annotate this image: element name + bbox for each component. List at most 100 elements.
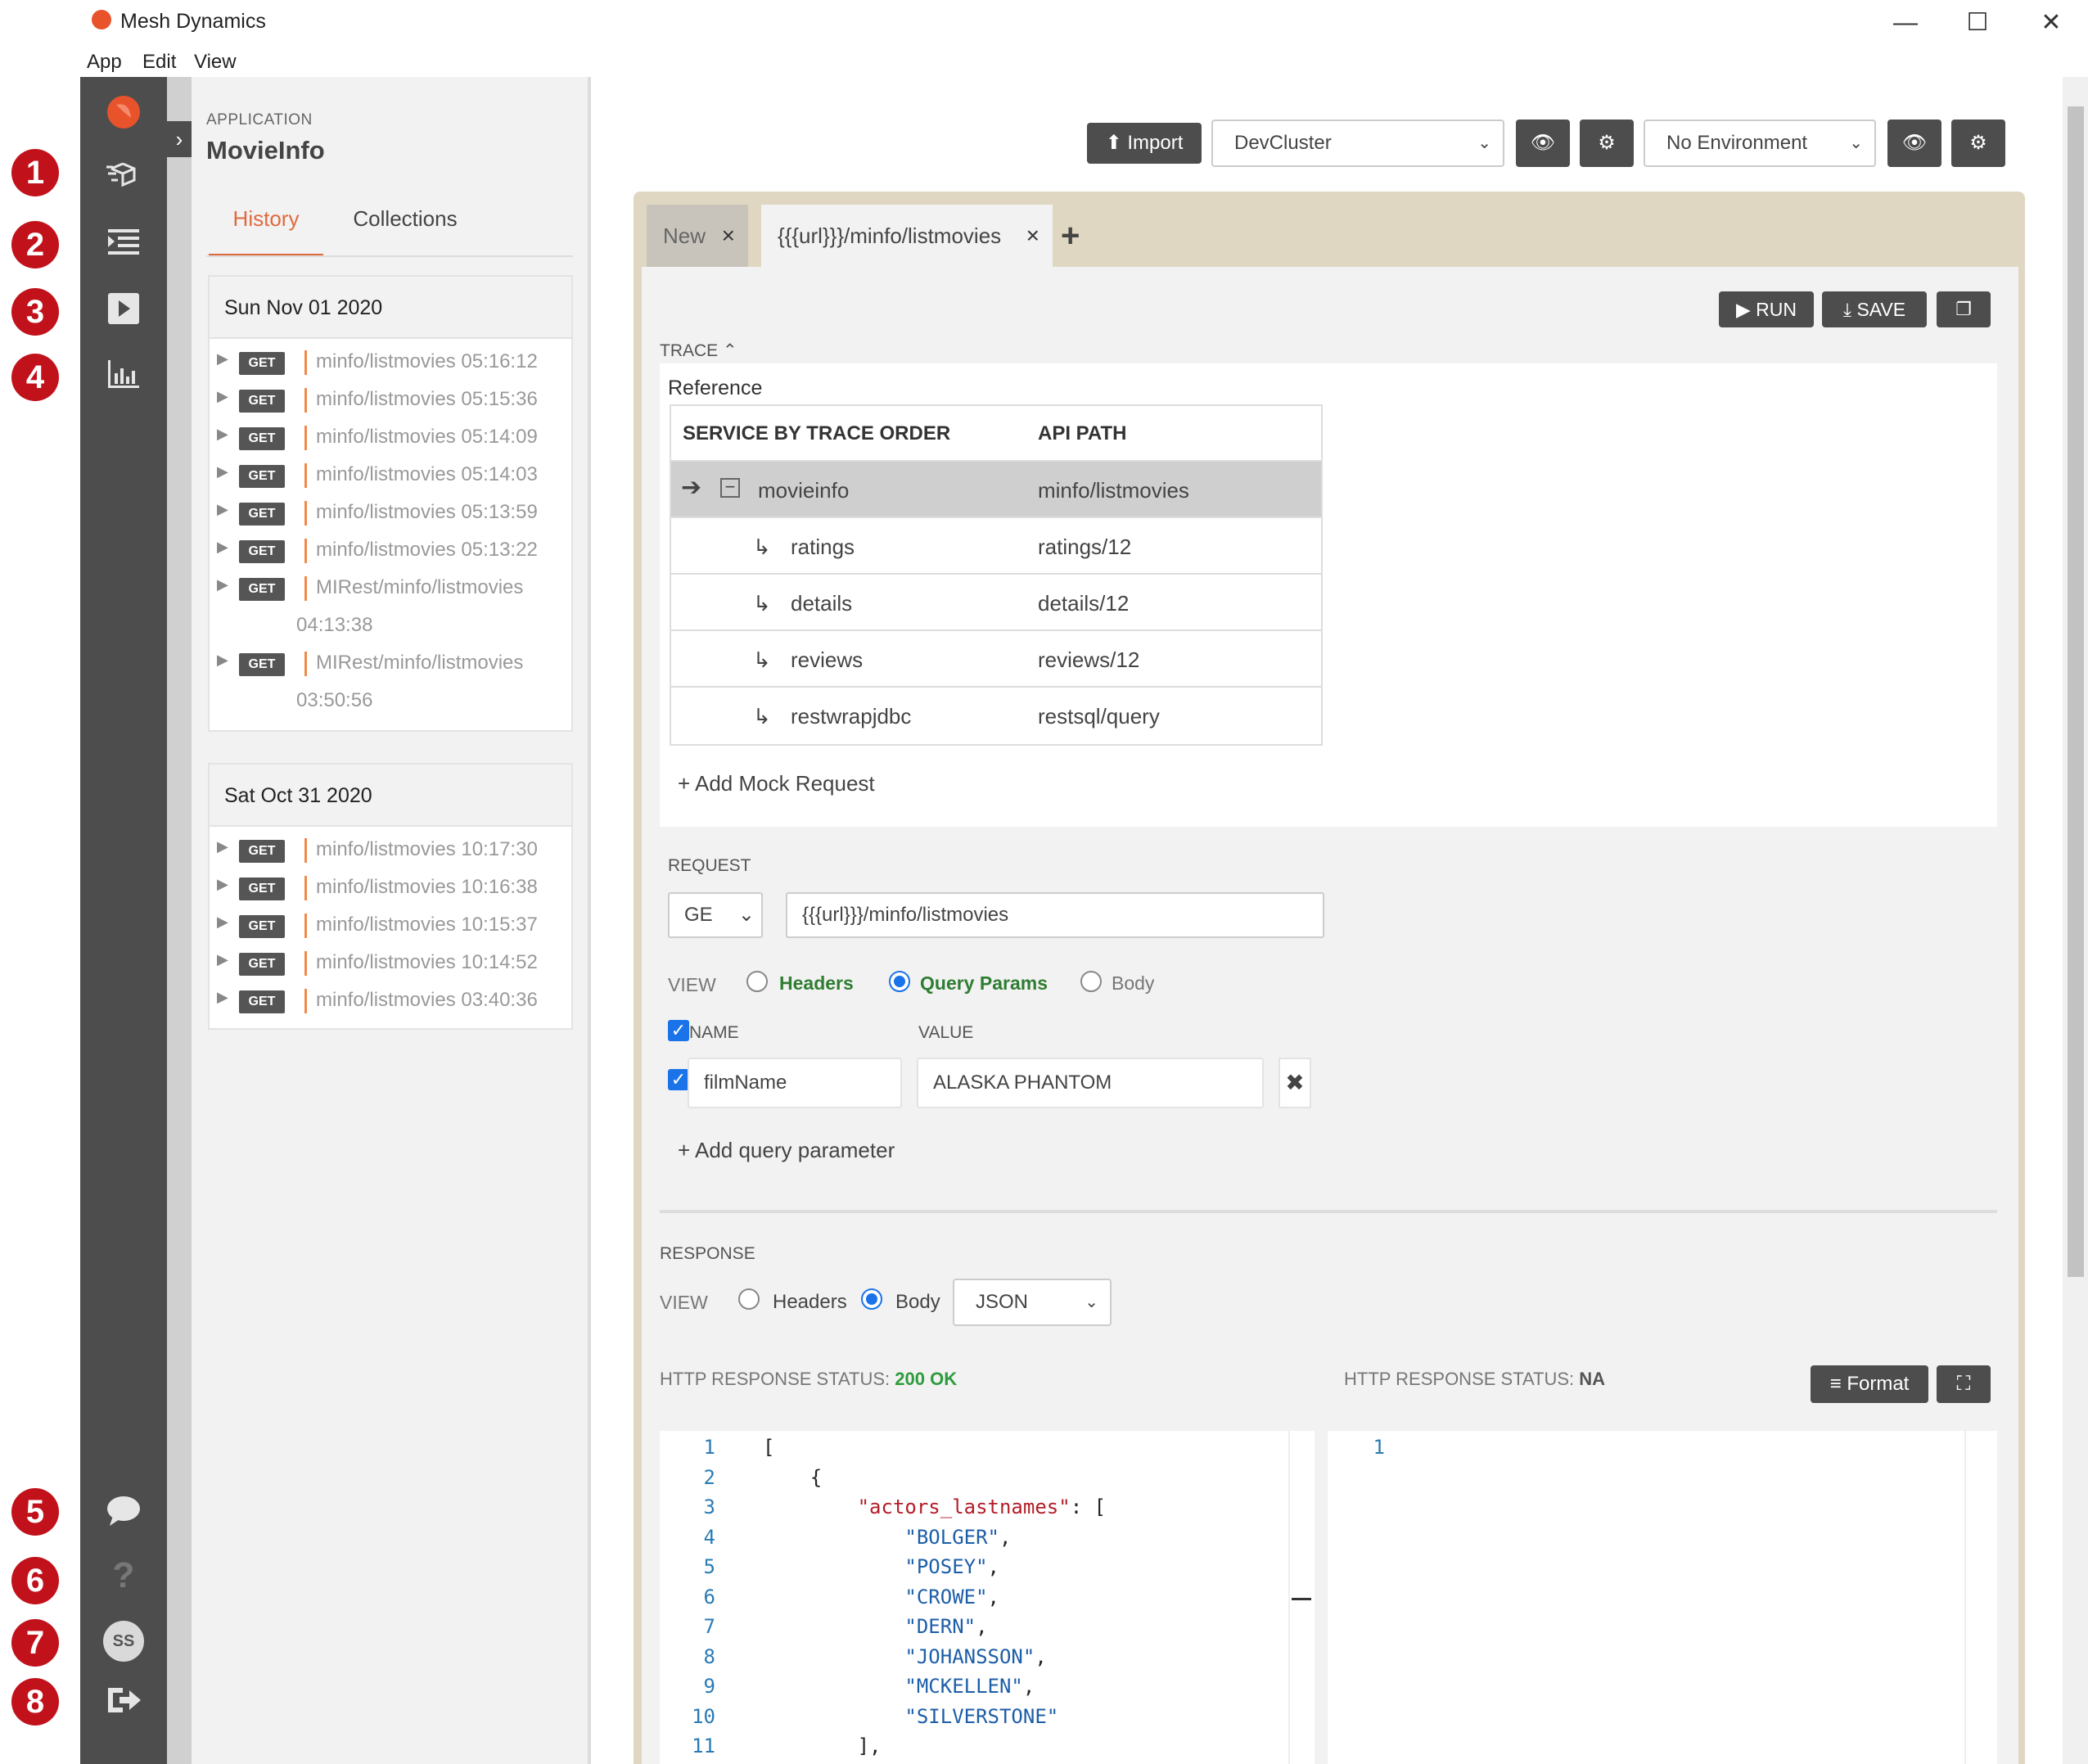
radio-response-headers[interactable] xyxy=(738,1288,760,1310)
history-item[interactable]: ▶ GET minfo/listmovies 05:13:59 xyxy=(210,498,575,530)
history-item[interactable]: ▶ GET minfo/listmovies 05:16:12 xyxy=(210,347,575,380)
expand-panel-button[interactable]: › xyxy=(167,121,192,157)
expand-triangle-icon[interactable]: ▶ xyxy=(217,539,228,556)
expand-triangle-icon[interactable]: ▶ xyxy=(217,501,228,518)
view-environment-button[interactable]: 👁 xyxy=(1887,120,1941,167)
history-item[interactable]: ▶ GET minfo/listmovies 05:14:09 xyxy=(210,422,575,455)
avatar[interactable]: SS xyxy=(103,1621,144,1662)
history-item[interactable]: ▶ GET MIRest/minfo/listmovies xyxy=(210,573,575,606)
maximize-button[interactable]: ☐ xyxy=(1961,7,1994,39)
method-badge: GET xyxy=(239,390,285,413)
collapse-icon[interactable]: − xyxy=(720,478,740,498)
cluster-settings-button[interactable]: ⚙ xyxy=(1580,120,1634,167)
add-tab-button[interactable]: + xyxy=(1061,218,1080,255)
line-number: 2 xyxy=(703,1465,715,1489)
child-arrow-icon: ↳ xyxy=(753,535,771,559)
chart-icon[interactable] xyxy=(105,355,142,393)
title-bar: Mesh Dynamics — ☐ ✕ xyxy=(0,0,2088,46)
tab-collections[interactable]: Collections xyxy=(344,206,467,232)
expand-triangle-icon[interactable]: ▶ xyxy=(217,652,228,669)
minimize-button[interactable]: — xyxy=(1889,7,1922,39)
radio-request-body[interactable] xyxy=(1080,971,1102,992)
copy-button[interactable]: ❐ xyxy=(1937,291,1991,327)
history-item[interactable]: ▶ GET minfo/listmovies 10:16:38 xyxy=(210,873,575,905)
close-icon[interactable]: × xyxy=(722,205,735,267)
history-item[interactable]: ▶ GET minfo/listmovies 05:14:03 xyxy=(210,460,575,493)
sidebar-strip xyxy=(167,77,192,1764)
status-bar xyxy=(304,501,307,526)
history-item-path: minfo/listmovies 05:14:03 xyxy=(316,463,538,485)
cluster-select[interactable]: DevCluster ⌄ xyxy=(1211,120,1504,167)
select-all-checkbox[interactable]: ✓ xyxy=(668,1020,689,1041)
method-select[interactable]: GE ⌄ xyxy=(668,892,763,938)
import-icon: ⬆ xyxy=(1105,132,1122,154)
view-cluster-button[interactable]: 👁 xyxy=(1516,120,1570,167)
tab-request[interactable]: {{{url}}}/minfo/listmovies × xyxy=(761,205,1053,267)
services-icon[interactable] xyxy=(105,154,142,192)
format-button[interactable]: ≡ Format xyxy=(1811,1365,1928,1403)
run-button[interactable]: ▶ RUN xyxy=(1719,291,1814,327)
param-checkbox[interactable]: ✓ xyxy=(668,1069,689,1090)
history-day-card: Sun Nov 01 2020 ▶ GET minfo/listmovies 05:… xyxy=(208,275,573,732)
history-item[interactable]: ▶ GET minfo/listmovies 10:15:37 xyxy=(210,910,575,943)
history-item[interactable]: ▶ GET minfo/listmovies 05:15:36 xyxy=(210,385,575,417)
expand-triangle-icon[interactable]: ▶ xyxy=(217,838,228,855)
expand-triangle-icon[interactable]: ▶ xyxy=(217,426,228,443)
trace-row[interactable]: ↳ reviews reviews/12 xyxy=(671,631,1321,688)
page-scrollbar-thumb[interactable] xyxy=(2068,106,2084,1277)
expand-triangle-icon[interactable]: ▶ xyxy=(217,876,228,893)
method-badge: GET xyxy=(239,840,285,863)
trace-row[interactable]: ↳ details details/12 xyxy=(671,575,1321,631)
add-query-param-button[interactable]: + Add query parameter xyxy=(678,1138,895,1163)
expand-triangle-icon[interactable]: ▶ xyxy=(217,350,228,368)
line-number: 1 xyxy=(703,1436,715,1459)
chat-icon[interactable] xyxy=(105,1491,142,1529)
chevron-down-icon: ⌄ xyxy=(737,904,755,926)
radio-request-headers[interactable] xyxy=(746,971,768,992)
menu-app[interactable]: App xyxy=(87,51,122,74)
menu-edit[interactable]: Edit xyxy=(142,51,176,74)
expand-triangle-icon[interactable]: ▶ xyxy=(217,914,228,931)
list-icon[interactable] xyxy=(105,224,142,262)
expand-triangle-icon[interactable]: ▶ xyxy=(217,951,228,968)
remove-param-button[interactable]: ✖ xyxy=(1279,1058,1311,1108)
environment-settings-button[interactable]: ⚙ xyxy=(1951,120,2005,167)
trace-row[interactable]: ➔ − movieinfo minfo/listmovies xyxy=(671,462,1321,518)
logo-icon[interactable] xyxy=(105,93,142,131)
trace-label[interactable]: TRACE ⌃ xyxy=(660,341,737,361)
add-mock-request-button[interactable]: + Add Mock Request xyxy=(678,771,875,796)
close-icon[interactable]: × xyxy=(1026,205,1039,267)
tab-new[interactable]: New × xyxy=(647,205,748,267)
response-code-right[interactable]: 1 xyxy=(1328,1431,1997,1764)
fullscreen-button[interactable]: ⛶ xyxy=(1937,1365,1991,1403)
tab-history[interactable]: History xyxy=(209,206,323,257)
expand-triangle-icon[interactable]: ▶ xyxy=(217,388,228,405)
line-number: 11 xyxy=(692,1735,715,1757)
radio-response-body[interactable] xyxy=(861,1288,882,1310)
import-button[interactable]: ⬆ Import xyxy=(1087,123,1202,164)
help-icon[interactable]: ? xyxy=(105,1557,142,1595)
history-item[interactable]: ▶ GET minfo/listmovies 03:40:36 xyxy=(210,986,575,1018)
history-item-path: minfo/listmovies 05:13:22 xyxy=(316,539,538,561)
trace-row[interactable]: ↳ ratings ratings/12 xyxy=(671,518,1321,575)
history-item[interactable]: ▶ GET minfo/listmovies 10:17:30 xyxy=(210,835,575,868)
save-button[interactable]: ⤓ SAVE xyxy=(1822,291,1927,327)
expand-triangle-icon[interactable]: ▶ xyxy=(217,989,228,1006)
response-code-left[interactable]: 1 [2 {3 "actors_lastnames": [4 "BOLGER", 5… xyxy=(660,1431,1315,1764)
expand-triangle-icon[interactable]: ▶ xyxy=(217,463,228,480)
url-input[interactable]: {{{url}}}/minfo/listmovies xyxy=(786,892,1324,938)
menu-view[interactable]: View xyxy=(194,51,237,74)
logout-icon[interactable] xyxy=(105,1681,142,1719)
param-name-input[interactable]: filmName xyxy=(688,1058,902,1108)
trace-row[interactable]: ↳ restwrapjdbc restsql/query xyxy=(671,688,1321,744)
radio-query-params[interactable] xyxy=(889,971,910,992)
history-item[interactable]: ▶ GET MIRest/minfo/listmovies xyxy=(210,648,575,681)
history-item[interactable]: ▶ GET minfo/listmovies 10:14:52 xyxy=(210,948,575,981)
close-window-button[interactable]: ✕ xyxy=(2035,7,2068,39)
play-icon[interactable] xyxy=(105,290,142,327)
expand-triangle-icon[interactable]: ▶ xyxy=(217,576,228,593)
param-value-input[interactable]: ALASKA PHANTOM xyxy=(917,1058,1264,1108)
history-item[interactable]: ▶ GET minfo/listmovies 05:13:22 xyxy=(210,535,575,568)
response-format-select[interactable]: JSON ⌄ xyxy=(953,1279,1112,1326)
environment-select[interactable]: No Environment ⌄ xyxy=(1644,120,1876,167)
